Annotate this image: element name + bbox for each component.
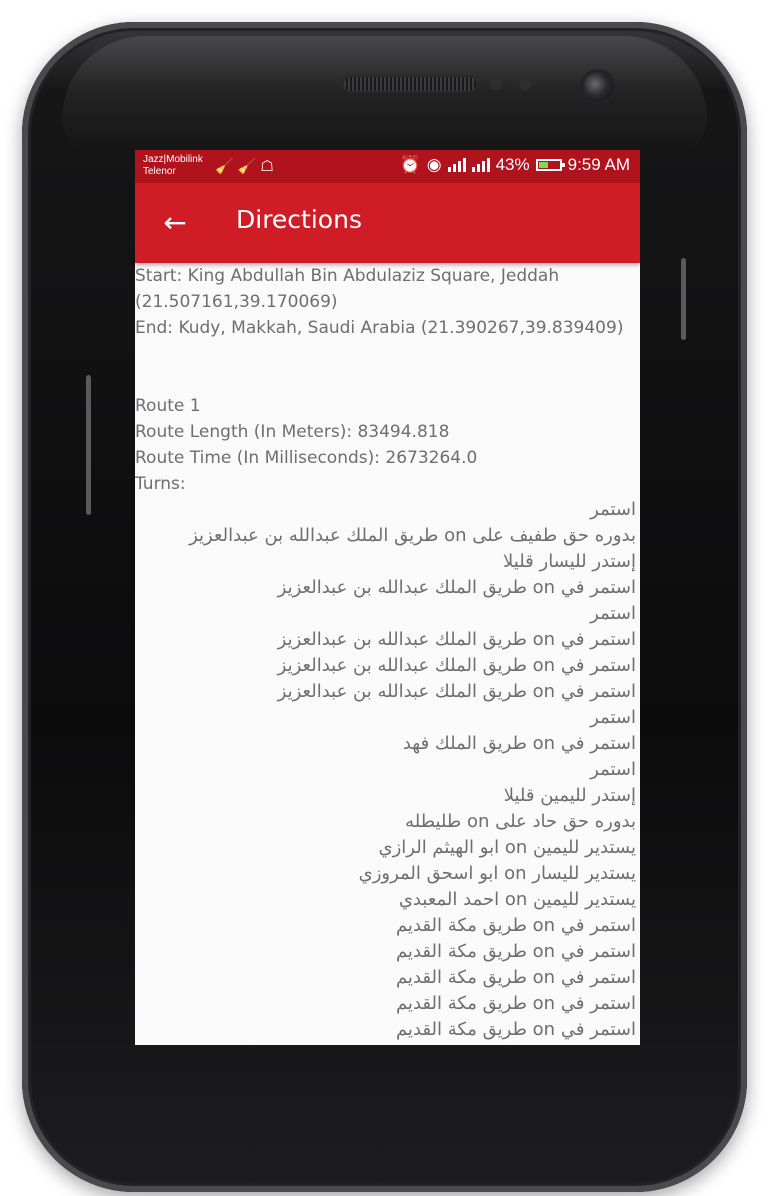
end-location: End: Kudy, Makkah, Saudi Arabia (21.3902… xyxy=(135,318,624,338)
turn-instruction: استمر في on طريق مكة القديم xyxy=(395,993,636,1014)
notification-icons: 🧹🧹☖ xyxy=(215,157,278,175)
carrier-name-secondary: Telenor xyxy=(143,166,176,177)
front-camera xyxy=(583,72,613,102)
screen: Jazz|Mobilink Telenor 🧹🧹☖ ⏰ ◉ 43% 9:59 A… xyxy=(135,150,640,1045)
turn-instruction: استمر في on طريق الملك عبدالله بن عبدالع… xyxy=(277,577,636,598)
route-summary: Start: King Abdullah Bin Abdulaziz Squar… xyxy=(135,263,640,497)
start-location: Start: King Abdullah Bin Abdulaziz Squar… xyxy=(135,266,560,312)
volume-button[interactable] xyxy=(86,375,91,515)
light-sensor xyxy=(519,78,531,90)
turns-label: Turns: xyxy=(135,474,186,494)
turn-instruction: يستدير لليمين on احمد المعبدي xyxy=(398,889,636,910)
alarm-clock-icon: ⏰ xyxy=(399,155,421,174)
status-icons: ⏰ ◉ 43% 9:59 AM xyxy=(400,155,630,175)
arrow-left-icon: ← xyxy=(163,206,187,239)
broom-icon: 🧹 xyxy=(215,158,238,175)
turn-instruction: يستدير لليمين on ابو الهيثم الرازي xyxy=(378,837,636,858)
earpiece-speaker xyxy=(344,77,476,91)
turn-instruction: استمر xyxy=(590,499,636,520)
signal-icon xyxy=(447,158,466,172)
android-icon: ☖ xyxy=(260,158,278,175)
clock: 9:59 AM xyxy=(567,155,630,174)
turn-instruction: استمر في on طريق مكة القديم xyxy=(395,941,636,962)
turn-instruction: استمر xyxy=(590,603,636,624)
turn-instruction: استمر xyxy=(590,759,636,780)
battery-fill xyxy=(538,162,549,168)
broom-icon: 🧹 xyxy=(237,158,261,175)
carrier-name: Jazz|Mobilink xyxy=(143,154,203,165)
turn-instruction: استمر في on طريق مكة القديم xyxy=(395,1019,636,1040)
page-title: Directions xyxy=(236,205,362,234)
status-bar: Jazz|Mobilink Telenor 🧹🧹☖ ⏰ ◉ 43% 9:59 A… xyxy=(135,150,640,183)
turn-instruction: يستدير لليسار on ابو اسحق المروزي xyxy=(358,863,636,884)
back-button[interactable]: ← xyxy=(157,205,193,241)
turns-list: استمر بدوره حق طفيف على on طريق الملك عبد… xyxy=(135,497,640,1045)
app-bar: ← Directions xyxy=(135,183,640,263)
turn-instruction: إستدر لليسار قليلا xyxy=(503,551,636,572)
turn-instruction: استمر في on طريق مكة القديم xyxy=(395,915,636,936)
turn-instruction: استمر في on طريق الملك عبدالله بن عبدالع… xyxy=(277,681,636,702)
battery-icon xyxy=(535,159,565,171)
turn-instruction: إستدر لليمين قليلا xyxy=(503,785,636,806)
bezel-highlight xyxy=(62,36,707,156)
turn-instruction: استمر في on طريق الملك عبدالله بن عبدالع… xyxy=(277,629,636,650)
power-button[interactable] xyxy=(681,258,686,340)
turn-instruction: بدوره حق طفيف على on طريق الملك عبدالله … xyxy=(189,525,636,546)
turn-instruction: استمر في on طريق الملك فهد xyxy=(402,733,636,754)
turn-instruction: استمر xyxy=(590,707,636,728)
turn-instruction: استمر في on طريق مكة القديم xyxy=(395,967,636,988)
wifi-icon: ◉ xyxy=(426,155,442,174)
turn-instruction: بدوره حق حاد على on طليطله xyxy=(405,811,636,832)
directions-content[interactable]: Start: King Abdullah Bin Abdulaziz Squar… xyxy=(135,263,640,1045)
battery-percent: 43% xyxy=(495,155,530,174)
route-name: Route 1 xyxy=(135,396,201,416)
turn-instruction: استمر في on طريق الملك عبدالله بن عبدالع… xyxy=(277,655,636,676)
route-time: Route Time (In Milliseconds): 2673264.0 xyxy=(135,448,478,468)
proximity-sensor xyxy=(490,78,502,90)
turn-instruction: استمر في on طريق مكة القديم xyxy=(135,1043,636,1045)
route-length: Route Length (In Meters): 83494.818 xyxy=(135,422,450,442)
carrier-info: Jazz|Mobilink Telenor xyxy=(143,154,203,178)
signal-icon xyxy=(471,158,490,172)
